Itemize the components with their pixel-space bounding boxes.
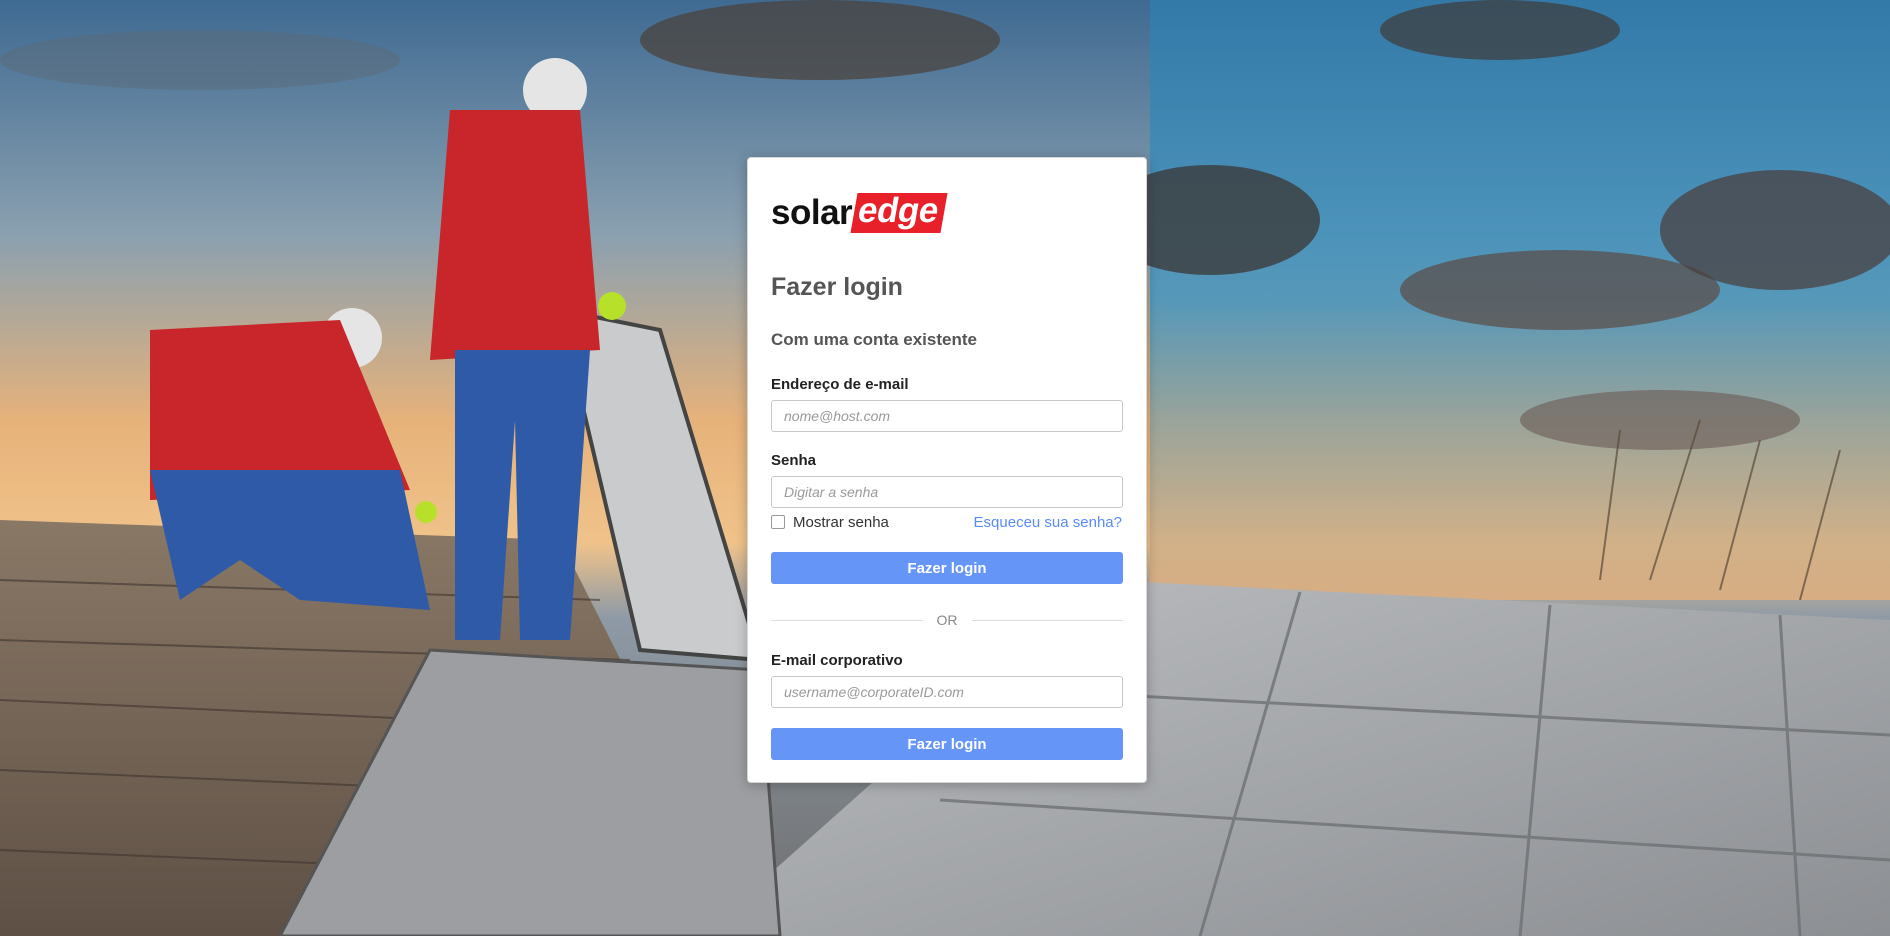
section-subtitle: Com uma conta existente bbox=[771, 330, 977, 349]
login-card: solar edge Fazer login Com uma conta exi… bbox=[747, 157, 1147, 783]
logo-text-solar: solar bbox=[771, 193, 853, 232]
email-field[interactable] bbox=[771, 400, 1123, 432]
show-password-checkbox[interactable] bbox=[771, 515, 785, 529]
forgot-password-link[interactable]: Esqueceu sua senha? bbox=[974, 514, 1122, 531]
divider-text: OR bbox=[936, 612, 958, 628]
corporate-email-field[interactable] bbox=[771, 676, 1123, 708]
login-button[interactable]: Fazer login bbox=[771, 552, 1123, 584]
solaredge-logo: solar edge bbox=[771, 191, 948, 234]
divider-line-left bbox=[771, 619, 923, 621]
divider-line-right bbox=[971, 619, 1123, 621]
show-password-label: Mostrar senha bbox=[793, 513, 889, 531]
password-label: Senha bbox=[771, 452, 817, 469]
show-password-toggle[interactable]: Mostrar senha bbox=[771, 512, 889, 532]
corporate-login-button[interactable]: Fazer login bbox=[771, 728, 1123, 760]
page-title: Fazer login bbox=[771, 273, 903, 301]
logo-text-edge: edge bbox=[850, 191, 948, 233]
corporate-email-label: E-mail corporativo bbox=[771, 652, 903, 669]
or-divider: OR bbox=[771, 610, 1123, 630]
password-field[interactable] bbox=[771, 476, 1123, 508]
email-label: Endereço de e-mail bbox=[771, 376, 909, 393]
